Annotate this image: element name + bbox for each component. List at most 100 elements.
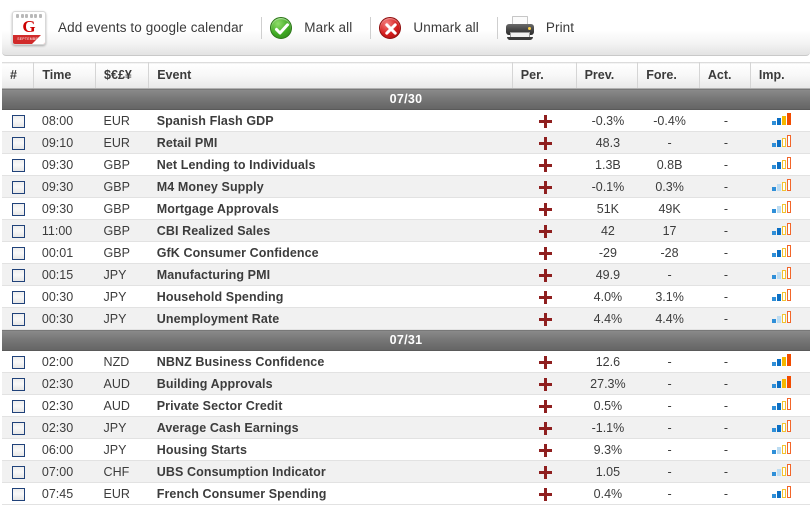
plus-icon[interactable] bbox=[538, 180, 552, 194]
plus-icon[interactable] bbox=[538, 224, 552, 238]
row-checkbox[interactable] bbox=[12, 443, 26, 457]
row-checkbox[interactable] bbox=[12, 246, 26, 260]
importance-bars-icon[interactable] bbox=[771, 464, 791, 476]
importance-bars-icon[interactable] bbox=[771, 135, 791, 147]
economic-calendar-app: G SEPTEMBER Add events to google calenda… bbox=[0, 0, 812, 514]
table-row[interactable]: 00:30 JPY Unemployment Rate 4.4% 4.4% - bbox=[2, 307, 810, 330]
row-checkbox[interactable] bbox=[12, 224, 26, 238]
importance-bars-icon[interactable] bbox=[771, 113, 791, 125]
importance-bars-icon[interactable] bbox=[771, 420, 791, 432]
row-checkbox[interactable] bbox=[12, 268, 26, 282]
row-checkbox[interactable] bbox=[12, 158, 26, 172]
plus-icon[interactable] bbox=[538, 487, 552, 501]
plus-icon[interactable] bbox=[538, 202, 552, 216]
table-row[interactable]: 02:00 NZD NBNZ Business Confidence 12.6- - bbox=[2, 350, 810, 373]
printer-icon bbox=[505, 15, 534, 40]
table-row[interactable]: 09:30 GBP Mortgage Approvals 51K 49K - bbox=[2, 197, 810, 220]
importance-bars-icon[interactable] bbox=[771, 179, 791, 191]
importance-bars-icon[interactable] bbox=[771, 157, 791, 169]
plus-icon[interactable] bbox=[538, 158, 552, 172]
column-header-event[interactable]: Event bbox=[148, 62, 513, 89]
importance-bars-icon[interactable] bbox=[771, 267, 791, 279]
table-row[interactable]: 00:01 GBP GfK Consumer Confidence -29 -28- bbox=[2, 241, 810, 264]
row-checkbox[interactable] bbox=[12, 487, 26, 501]
plus-icon[interactable] bbox=[538, 443, 552, 457]
table-row[interactable]: 06:00 JPY Housing Starts 9.3% - - bbox=[2, 438, 810, 461]
row-checkbox[interactable] bbox=[12, 355, 26, 369]
plus-icon[interactable] bbox=[538, 399, 552, 413]
unmark-all-button[interactable]: Unmark all bbox=[377, 8, 491, 48]
row-checkbox[interactable] bbox=[12, 114, 26, 128]
event-currency: EUR bbox=[95, 482, 149, 505]
importance-bars-icon[interactable] bbox=[771, 376, 791, 388]
column-header-imp[interactable]: Imp. bbox=[750, 62, 810, 89]
plus-icon[interactable] bbox=[538, 268, 552, 282]
event-time: 02:30 bbox=[33, 394, 96, 417]
event-importance-cell bbox=[750, 153, 810, 176]
event-previous: 9.3% bbox=[576, 438, 638, 461]
importance-bars-icon[interactable] bbox=[771, 354, 791, 366]
column-header-number[interactable]: # bbox=[2, 62, 35, 89]
table-row[interactable]: 09:10 EUR Retail PMI 48.3- - bbox=[2, 131, 810, 154]
column-header-fore[interactable]: Fore. bbox=[637, 62, 700, 89]
toolbar-divider-3 bbox=[496, 16, 498, 39]
table-row[interactable]: 09:30 GBP M4 Money Supply -0.1% 0.3% - bbox=[2, 175, 810, 198]
row-checkbox[interactable] bbox=[12, 421, 26, 435]
row-checkbox[interactable] bbox=[12, 180, 26, 194]
table-row[interactable]: 08:00 EUR Spanish Flash GDP -0.3% -0.4% - bbox=[2, 109, 810, 132]
table-row[interactable]: 11:00 GBP CBI Realized Sales 42 17- bbox=[2, 219, 810, 242]
column-header-prev[interactable]: Prev. bbox=[576, 62, 639, 89]
row-checkbox[interactable] bbox=[12, 465, 26, 479]
event-forecast: 49K bbox=[637, 197, 700, 220]
table-row[interactable]: 00:30 JPY Household Spending 4.0% 3.1% - bbox=[2, 285, 810, 308]
events-table: # Time $€£¥ Event Per. Prev. Fore. Act. … bbox=[2, 62, 810, 505]
event-importance-cell bbox=[750, 175, 810, 198]
plus-icon[interactable] bbox=[538, 312, 552, 326]
event-actual: - bbox=[699, 131, 751, 154]
row-checkbox[interactable] bbox=[12, 312, 26, 326]
importance-bars-icon[interactable] bbox=[771, 311, 791, 323]
mark-all-button[interactable]: Mark all bbox=[268, 8, 364, 48]
table-row[interactable]: 07:45 EUR French Consumer Spending 0.4% - - bbox=[2, 482, 810, 505]
column-header-per[interactable]: Per. bbox=[512, 62, 577, 89]
row-checkbox[interactable] bbox=[12, 202, 26, 216]
row-checkbox[interactable] bbox=[12, 136, 26, 150]
plus-icon[interactable] bbox=[538, 290, 552, 304]
importance-bars-icon[interactable] bbox=[771, 245, 791, 257]
plus-icon[interactable] bbox=[538, 377, 552, 391]
row-checkbox[interactable] bbox=[12, 290, 26, 304]
table-row[interactable]: 02:30 JPY Average Cash Earnings -1.1% - - bbox=[2, 416, 810, 439]
plus-icon[interactable] bbox=[538, 136, 552, 150]
importance-bars-icon[interactable] bbox=[771, 398, 791, 410]
events-table-container: # Time $€£¥ Event Per. Prev. Fore. Act. … bbox=[2, 62, 810, 505]
importance-bars-icon[interactable] bbox=[771, 223, 791, 235]
column-header-time[interactable]: Time bbox=[33, 62, 97, 89]
column-header-act[interactable]: Act. bbox=[699, 62, 751, 89]
event-currency: JPY bbox=[95, 416, 149, 439]
importance-bars-icon[interactable] bbox=[771, 486, 791, 498]
event-actual: - bbox=[699, 394, 751, 417]
row-checkbox[interactable] bbox=[12, 377, 26, 391]
print-button[interactable]: Print bbox=[504, 8, 586, 48]
plus-icon[interactable] bbox=[538, 465, 552, 479]
plus-icon[interactable] bbox=[538, 355, 552, 369]
event-actual: - bbox=[699, 372, 751, 395]
row-checkbox[interactable] bbox=[12, 399, 26, 413]
row-select-cell bbox=[2, 219, 34, 242]
table-row[interactable]: 09:30 GBP Net Lending to Individuals 1.3B 0.… bbox=[2, 153, 810, 176]
importance-bars-icon[interactable] bbox=[771, 201, 791, 213]
plus-icon[interactable] bbox=[538, 421, 552, 435]
plus-icon[interactable] bbox=[538, 114, 552, 128]
table-row[interactable]: 02:30 AUD Private Sector Credit 0.5% - - bbox=[2, 394, 810, 417]
add-events-to-google-calendar-button[interactable]: G SEPTEMBER Add events to google calenda… bbox=[10, 8, 255, 48]
importance-bars-icon[interactable] bbox=[771, 289, 791, 301]
table-row[interactable]: 00:15 JPY Manufacturing PMI 49.9- - bbox=[2, 263, 810, 286]
event-name: Unemployment Rate bbox=[148, 307, 513, 330]
table-row[interactable]: 02:30 AUD Building Approvals 27.3% - - bbox=[2, 372, 810, 395]
column-header-currency[interactable]: $€£¥ bbox=[95, 62, 150, 89]
importance-bars-icon[interactable] bbox=[771, 442, 791, 454]
event-expand-cell bbox=[512, 197, 577, 220]
plus-icon[interactable] bbox=[538, 246, 552, 260]
add-events-label: Add events to google calendar bbox=[58, 20, 244, 35]
table-row[interactable]: 07:00 CHF UBS Consumption Indicator 1.05- - bbox=[2, 460, 810, 483]
